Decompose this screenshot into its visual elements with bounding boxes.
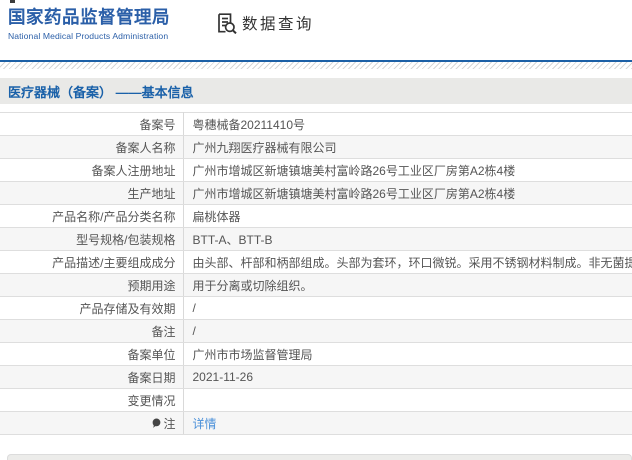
table-row: 备案单位 广州市市场监督管理局	[0, 342, 632, 366]
logo-title: 国家药品监督管理局	[8, 7, 170, 27]
table-row: 备案人注册地址 广州市增城区新塘镇塘美村富岭路26号工业区厂房第A2栋4楼	[0, 158, 632, 182]
row-label: 备案号	[0, 112, 184, 136]
row-value-text: 扁桃体器	[192, 209, 241, 224]
table-row: 注 详情	[0, 411, 632, 435]
footer-panel-edge	[7, 454, 632, 460]
spacer	[0, 104, 632, 112]
table-row: 产品存储及有效期 /	[0, 296, 632, 320]
row-value-text: 2021-11-26	[192, 370, 254, 384]
row-label-text: 产品名称/产品分类名称	[52, 209, 176, 224]
row-value: 粤穗械备20211410号	[183, 112, 632, 136]
section-title: 医疗器械（备案） ——基本信息	[8, 84, 194, 100]
row-value-text: BTT-A、BTT-B	[192, 232, 273, 247]
table-row: 生产地址 广州市增城区新塘镇塘美村富岭路26号工业区厂房第A2栋4楼	[0, 181, 632, 205]
hatch-stripe-band	[0, 62, 632, 69]
row-label: 备注	[0, 319, 184, 343]
table-row: 预期用途 用于分离或切除组织。	[0, 273, 632, 297]
row-label: 产品存储及有效期	[0, 296, 184, 320]
row-label-text: 产品描述/主要组成成分	[52, 255, 176, 270]
row-label-text: 备案单位	[127, 347, 176, 362]
row-label-text: 产品存储及有效期	[79, 301, 176, 316]
table-row: 产品描述/主要组成成分 由头部、杆部和柄部组成。头部为套环，环口微锐。采用不锈钢材…	[0, 250, 632, 274]
row-label: 备案日期	[0, 365, 184, 389]
row-value: 广州九翔医疗器械有限公司	[183, 135, 632, 159]
table-row: 备注 /	[0, 319, 632, 343]
page: 国家药品监督管理局 National Medical Products Admi…	[0, 0, 632, 460]
row-value: 广州市增城区新塘镇塘美村富岭路26号工业区厂房第A2栋4楼	[183, 158, 632, 182]
row-value-text: 广州市增城区新塘镇塘美村富岭路26号工业区厂房第A2栋4楼	[192, 163, 516, 178]
row-label-text: 备注	[151, 324, 176, 339]
row-value: BTT-A、BTT-B	[183, 227, 632, 251]
row-label-text: 备案人注册地址	[91, 163, 176, 178]
row-label-text: 备案人名称	[115, 140, 176, 155]
table-row: 备案日期 2021-11-26	[0, 365, 632, 389]
data-query-nav[interactable]: 数据查询	[216, 12, 314, 34]
row-label: 备案人注册地址	[0, 158, 184, 182]
row-label: 注	[0, 411, 184, 435]
table-row: 变更情况	[0, 388, 632, 412]
document-search-icon	[216, 12, 237, 34]
row-label-text: 注	[163, 416, 176, 431]
row-value: /	[183, 296, 632, 320]
row-value-text: /	[192, 324, 196, 338]
detail-link[interactable]: 详情	[193, 417, 217, 431]
row-label: 备案人名称	[0, 135, 184, 159]
row-value: 广州市增城区新塘镇塘美村富岭路26号工业区厂房第A2栋4楼	[183, 181, 632, 205]
row-label-text: 备案号	[139, 117, 176, 132]
row-label-text: 生产地址	[127, 186, 176, 201]
row-value: 详情	[183, 411, 632, 435]
row-value	[183, 388, 632, 412]
window-edge-artifact	[10, 0, 15, 3]
table-row: 备案人名称 广州九翔医疗器械有限公司	[0, 135, 632, 159]
row-label: 产品名称/产品分类名称	[0, 204, 184, 228]
row-value: 由头部、杆部和柄部组成。头部为套环，环口微锐。采用不锈钢材料制成。非无菌提供。	[183, 250, 632, 274]
row-label: 预期用途	[0, 273, 184, 297]
row-value-text: 广州市增城区新塘镇塘美村富岭路26号工业区厂房第A2栋4楼	[192, 186, 516, 201]
row-value: /	[183, 319, 632, 343]
data-query-label: 数据查询	[242, 16, 315, 33]
row-label: 变更情况	[0, 388, 184, 412]
table-row: 备案号 粤穗械备20211410号	[0, 112, 632, 136]
table-row: 型号规格/包装规格 BTT-A、BTT-B	[0, 227, 632, 251]
row-label: 生产地址	[0, 181, 184, 205]
row-label-text: 备案日期	[127, 370, 176, 385]
row-value-text: 由头部、杆部和柄部组成。头部为套环，环口微锐。采用不锈钢材料制成。非无菌提供。	[192, 255, 632, 270]
row-value-text: 用于分离或切除组织。	[192, 278, 313, 293]
row-label: 型号规格/包装规格	[0, 227, 184, 251]
site-header: 国家药品监督管理局 National Medical Products Admi…	[0, 0, 632, 60]
record-info-table: 备案号 粤穗械备20211410号备案人名称 广州九翔医疗器械有限公司备案人注册地址…	[0, 112, 632, 435]
row-value-text: 广州九翔医疗器械有限公司	[192, 140, 337, 155]
nmpa-logo: 国家药品监督管理局 National Medical Products Admi…	[8, 7, 170, 41]
row-value: 2021-11-26	[183, 365, 632, 389]
table-row: 产品名称/产品分类名称 扁桃体器	[0, 204, 632, 228]
row-value: 用于分离或切除组织。	[183, 273, 632, 297]
row-value-text: 粤穗械备20211410号	[192, 117, 306, 132]
row-label-text: 预期用途	[127, 278, 176, 293]
row-label: 备案单位	[0, 342, 184, 366]
spacer	[0, 69, 632, 78]
section-title-bar: 医疗器械（备案） ——基本信息	[0, 78, 632, 104]
row-value: 广州市市场监督管理局	[183, 342, 632, 366]
row-value-text: /	[192, 301, 196, 315]
row-label: 产品描述/主要组成成分	[0, 250, 184, 274]
row-value-text: 广州市市场监督管理局	[192, 347, 313, 362]
row-label-text: 型号规格/包装规格	[76, 232, 176, 247]
balloon-note-icon	[152, 418, 161, 429]
logo-subtitle: National Medical Products Administration	[8, 31, 169, 41]
row-value: 扁桃体器	[183, 204, 632, 228]
row-label-text: 变更情况	[127, 393, 176, 408]
